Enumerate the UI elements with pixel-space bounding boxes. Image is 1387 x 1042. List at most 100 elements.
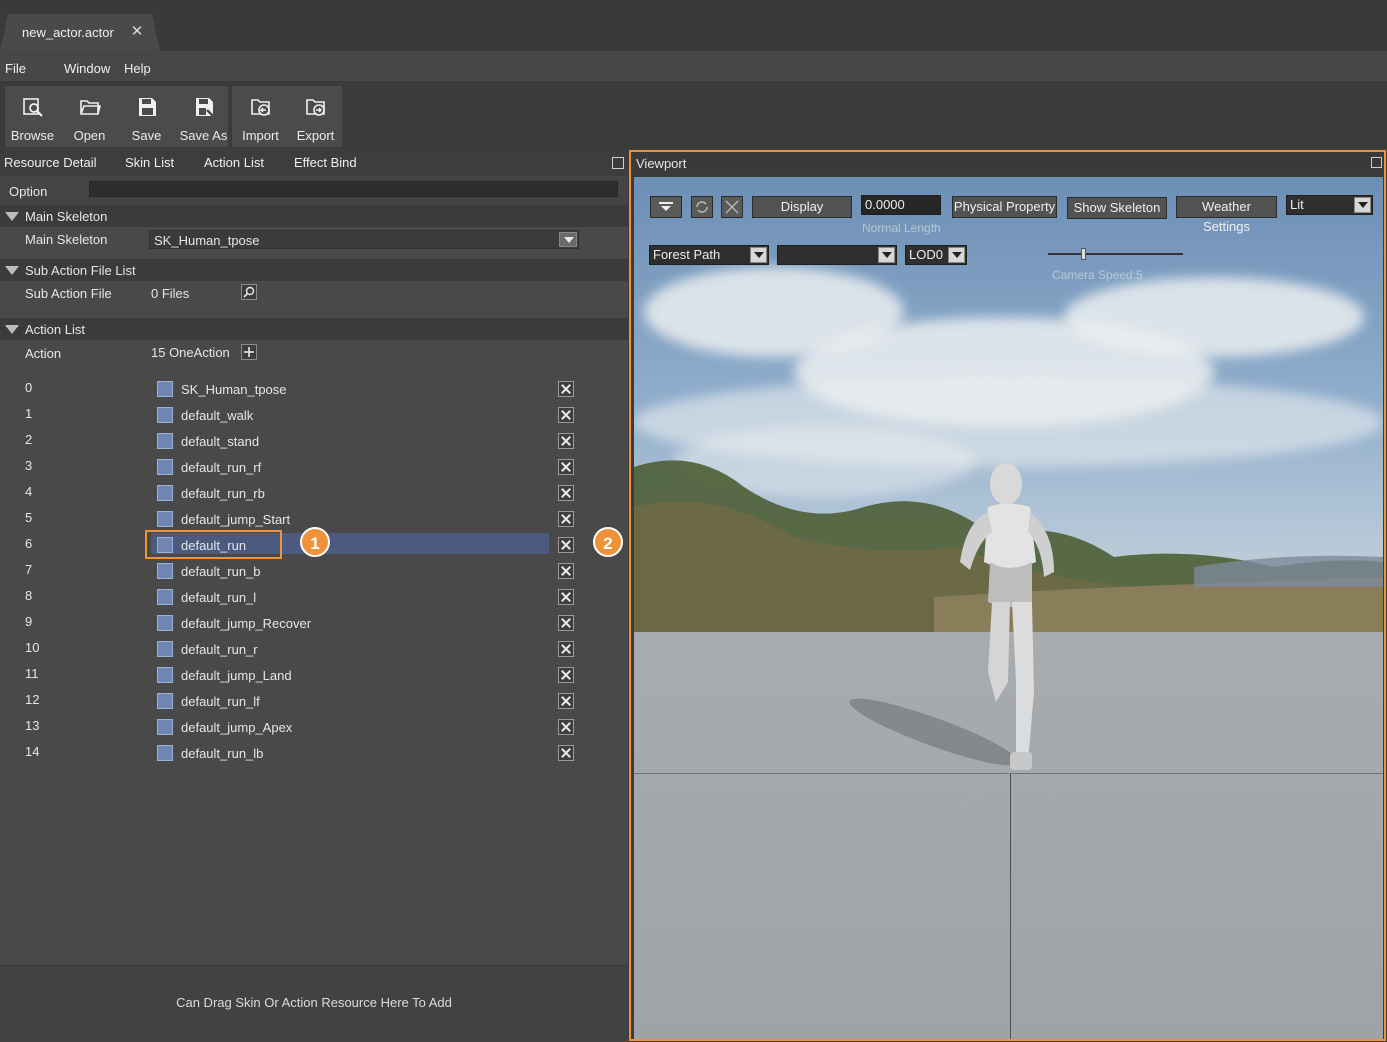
- chevron-down-icon[interactable]: [1354, 197, 1371, 213]
- viewport-title-bar: Viewport: [631, 152, 1384, 174]
- action-name[interactable]: default_run_b: [181, 564, 261, 579]
- display-button[interactable]: Display: [752, 196, 852, 218]
- viewport-menu-button[interactable]: [650, 196, 682, 218]
- lod-select[interactable]: LOD0: [905, 245, 967, 265]
- delete-icon[interactable]: [558, 563, 574, 579]
- action-name[interactable]: default_stand: [181, 434, 259, 449]
- menu-help[interactable]: Help: [124, 61, 151, 76]
- delete-icon[interactable]: [558, 589, 574, 605]
- main-skeleton-select[interactable]: SK_Human_tpose: [149, 230, 579, 249]
- action-list-section[interactable]: Action List: [0, 318, 628, 340]
- viewport-panel: Viewport Display 0.0000 Normal Length Ph…: [629, 150, 1386, 1041]
- tab-action-list[interactable]: Action List: [204, 155, 264, 170]
- action-name[interactable]: default_run_lb: [181, 746, 263, 761]
- action-name[interactable]: default_jump_Apex: [181, 720, 292, 735]
- action-row[interactable]: 7 default_run_b: [0, 557, 628, 583]
- pin-icon[interactable]: [612, 157, 624, 169]
- delete-icon[interactable]: [558, 615, 574, 631]
- document-tab[interactable]: new_actor.actor ✕: [0, 14, 160, 51]
- chevron-down-icon[interactable]: [948, 247, 965, 263]
- export-button[interactable]: Export: [289, 86, 342, 147]
- weather-settings-button[interactable]: Weather Settings: [1176, 196, 1277, 234]
- delete-icon[interactable]: [558, 381, 574, 397]
- action-row[interactable]: 12 default_run_lf: [0, 687, 628, 713]
- action-row[interactable]: 9 default_jump_Recover: [0, 609, 628, 635]
- toolbar: Browse Open Save Save As Import Export: [0, 81, 1387, 148]
- action-row[interactable]: 1 default_walk: [0, 401, 628, 427]
- collapse-arrow-icon[interactable]: [5, 325, 19, 334]
- action-row[interactable]: 14 default_run_lb: [0, 739, 628, 765]
- option-field[interactable]: [89, 181, 618, 197]
- collapse-arrow-icon[interactable]: [5, 266, 19, 275]
- collapse-arrow-icon[interactable]: [5, 212, 19, 221]
- delete-icon[interactable]: [558, 511, 574, 527]
- tab-resource-detail[interactable]: Resource Detail: [4, 155, 97, 170]
- open-button[interactable]: Open: [62, 86, 117, 147]
- physical-property-button[interactable]: Physical Property: [952, 196, 1057, 218]
- action-row[interactable]: 10 default_run_r: [0, 635, 628, 661]
- main-skeleton-label: Main Skeleton: [25, 232, 108, 247]
- action-row[interactable]: 2 default_stand: [0, 427, 628, 453]
- delete-icon[interactable]: [558, 537, 574, 553]
- close-icon[interactable]: ✕: [128, 23, 146, 41]
- action-name[interactable]: default_run_l: [181, 590, 256, 605]
- chevron-down-icon[interactable]: [750, 247, 767, 263]
- action-row[interactable]: 8 default_run_l: [0, 583, 628, 609]
- lighting-mode-value: Lit: [1290, 197, 1304, 212]
- menu-window[interactable]: Window: [64, 61, 110, 76]
- panel-tabs: Resource Detail Skin List Action List Ef…: [0, 148, 628, 176]
- menu-file[interactable]: File: [5, 61, 26, 76]
- viewport-scene[interactable]: Display 0.0000 Normal Length Physical Pr…: [634, 177, 1383, 1039]
- action-index: 8: [25, 588, 33, 603]
- search-icon[interactable]: [241, 284, 257, 300]
- action-row[interactable]: 4 default_run_rb: [0, 479, 628, 505]
- delete-icon[interactable]: [558, 693, 574, 709]
- save-as-button[interactable]: Save As: [176, 86, 231, 147]
- action-name[interactable]: default_run_rf: [181, 460, 261, 475]
- delete-icon[interactable]: [558, 745, 574, 761]
- action-row[interactable]: 13 default_jump_Apex: [0, 713, 628, 739]
- action-name[interactable]: default_run_lf: [181, 694, 260, 709]
- save-button[interactable]: Save: [119, 86, 174, 147]
- chevron-down-icon[interactable]: [559, 232, 577, 247]
- delete-icon[interactable]: [558, 407, 574, 423]
- delete-icon[interactable]: [558, 485, 574, 501]
- action-name[interactable]: SK_Human_tpose: [181, 382, 287, 397]
- main-skeleton-section[interactable]: Main Skeleton: [0, 205, 628, 227]
- import-button[interactable]: Import: [234, 86, 287, 147]
- action-name[interactable]: default_jump_Land: [181, 668, 292, 683]
- chevron-down-icon[interactable]: [878, 247, 895, 263]
- delete-icon[interactable]: [558, 433, 574, 449]
- action-row[interactable]: 3 default_run_rf: [0, 453, 628, 479]
- drop-hint-area[interactable]: Can Drag Skin Or Action Resource Here To…: [0, 965, 628, 1042]
- delete-icon[interactable]: [558, 641, 574, 657]
- tab-effect-bind[interactable]: Effect Bind: [294, 155, 357, 170]
- refresh-button[interactable]: [691, 196, 713, 218]
- pin-icon[interactable]: [1371, 157, 1382, 168]
- camera-speed-slider[interactable]: [1048, 248, 1183, 260]
- scene-select[interactable]: Forest Path: [649, 245, 769, 265]
- action-name[interactable]: default_jump_Start: [181, 512, 290, 527]
- action-name[interactable]: default_run_r: [181, 642, 258, 657]
- tab-skin-list[interactable]: Skin List: [125, 155, 174, 170]
- lighting-mode-select[interactable]: Lit: [1286, 195, 1373, 215]
- add-icon[interactable]: [241, 344, 257, 360]
- action-name[interactable]: default_walk: [181, 408, 253, 423]
- delete-icon[interactable]: [558, 719, 574, 735]
- action-row[interactable]: 0 SK_Human_tpose: [0, 375, 628, 401]
- animation-icon: [157, 563, 173, 579]
- document-tab-title: new_actor.actor: [22, 25, 114, 40]
- delete-icon[interactable]: [558, 667, 574, 683]
- secondary-scene-select[interactable]: [777, 245, 897, 265]
- show-skeleton-button[interactable]: Show Skeleton: [1067, 197, 1167, 219]
- normal-length-input[interactable]: 0.0000: [861, 195, 941, 215]
- action-name[interactable]: default_jump_Recover: [181, 616, 311, 631]
- delete-icon[interactable]: [558, 459, 574, 475]
- sub-action-section[interactable]: Sub Action File List: [0, 259, 628, 281]
- skeleton-toggle-button[interactable]: [721, 196, 743, 218]
- slider-handle[interactable]: [1081, 248, 1086, 260]
- browse-button[interactable]: Browse: [5, 86, 60, 147]
- animation-icon: [157, 381, 173, 397]
- action-name[interactable]: default_run_rb: [181, 486, 265, 501]
- action-row[interactable]: 11 default_jump_Land: [0, 661, 628, 687]
